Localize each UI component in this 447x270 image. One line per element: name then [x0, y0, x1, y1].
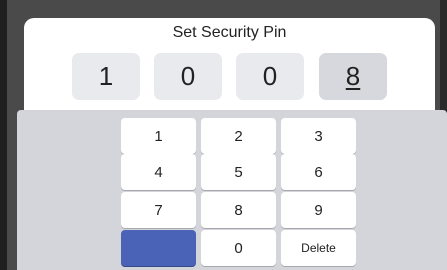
confirm-key[interactable]	[121, 230, 196, 266]
key-1[interactable]: 1	[121, 118, 196, 154]
key-9[interactable]: 9	[281, 192, 356, 228]
key-7[interactable]: 7	[121, 192, 196, 228]
dialog-title: Set Security Pin	[172, 24, 287, 41]
key-4[interactable]: 4	[121, 154, 196, 190]
key-0[interactable]: 0	[201, 230, 276, 266]
pin-digit-2[interactable]: 0	[154, 53, 222, 100]
pin-digit-4[interactable]: 8	[319, 53, 387, 100]
left-edge	[0, 0, 7, 270]
key-8[interactable]: 8	[201, 192, 276, 228]
numeric-keypad: 1 2 3 4 5 6 7 8 9 0 Delete	[17, 110, 447, 270]
key-5[interactable]: 5	[201, 154, 276, 190]
delete-key[interactable]: Delete	[281, 230, 356, 266]
key-6[interactable]: 6	[281, 154, 356, 190]
pin-digit-3[interactable]: 0	[236, 53, 304, 100]
pin-digit-1[interactable]: 1	[72, 53, 140, 100]
key-3[interactable]: 3	[281, 118, 356, 154]
key-2[interactable]: 2	[201, 118, 276, 154]
